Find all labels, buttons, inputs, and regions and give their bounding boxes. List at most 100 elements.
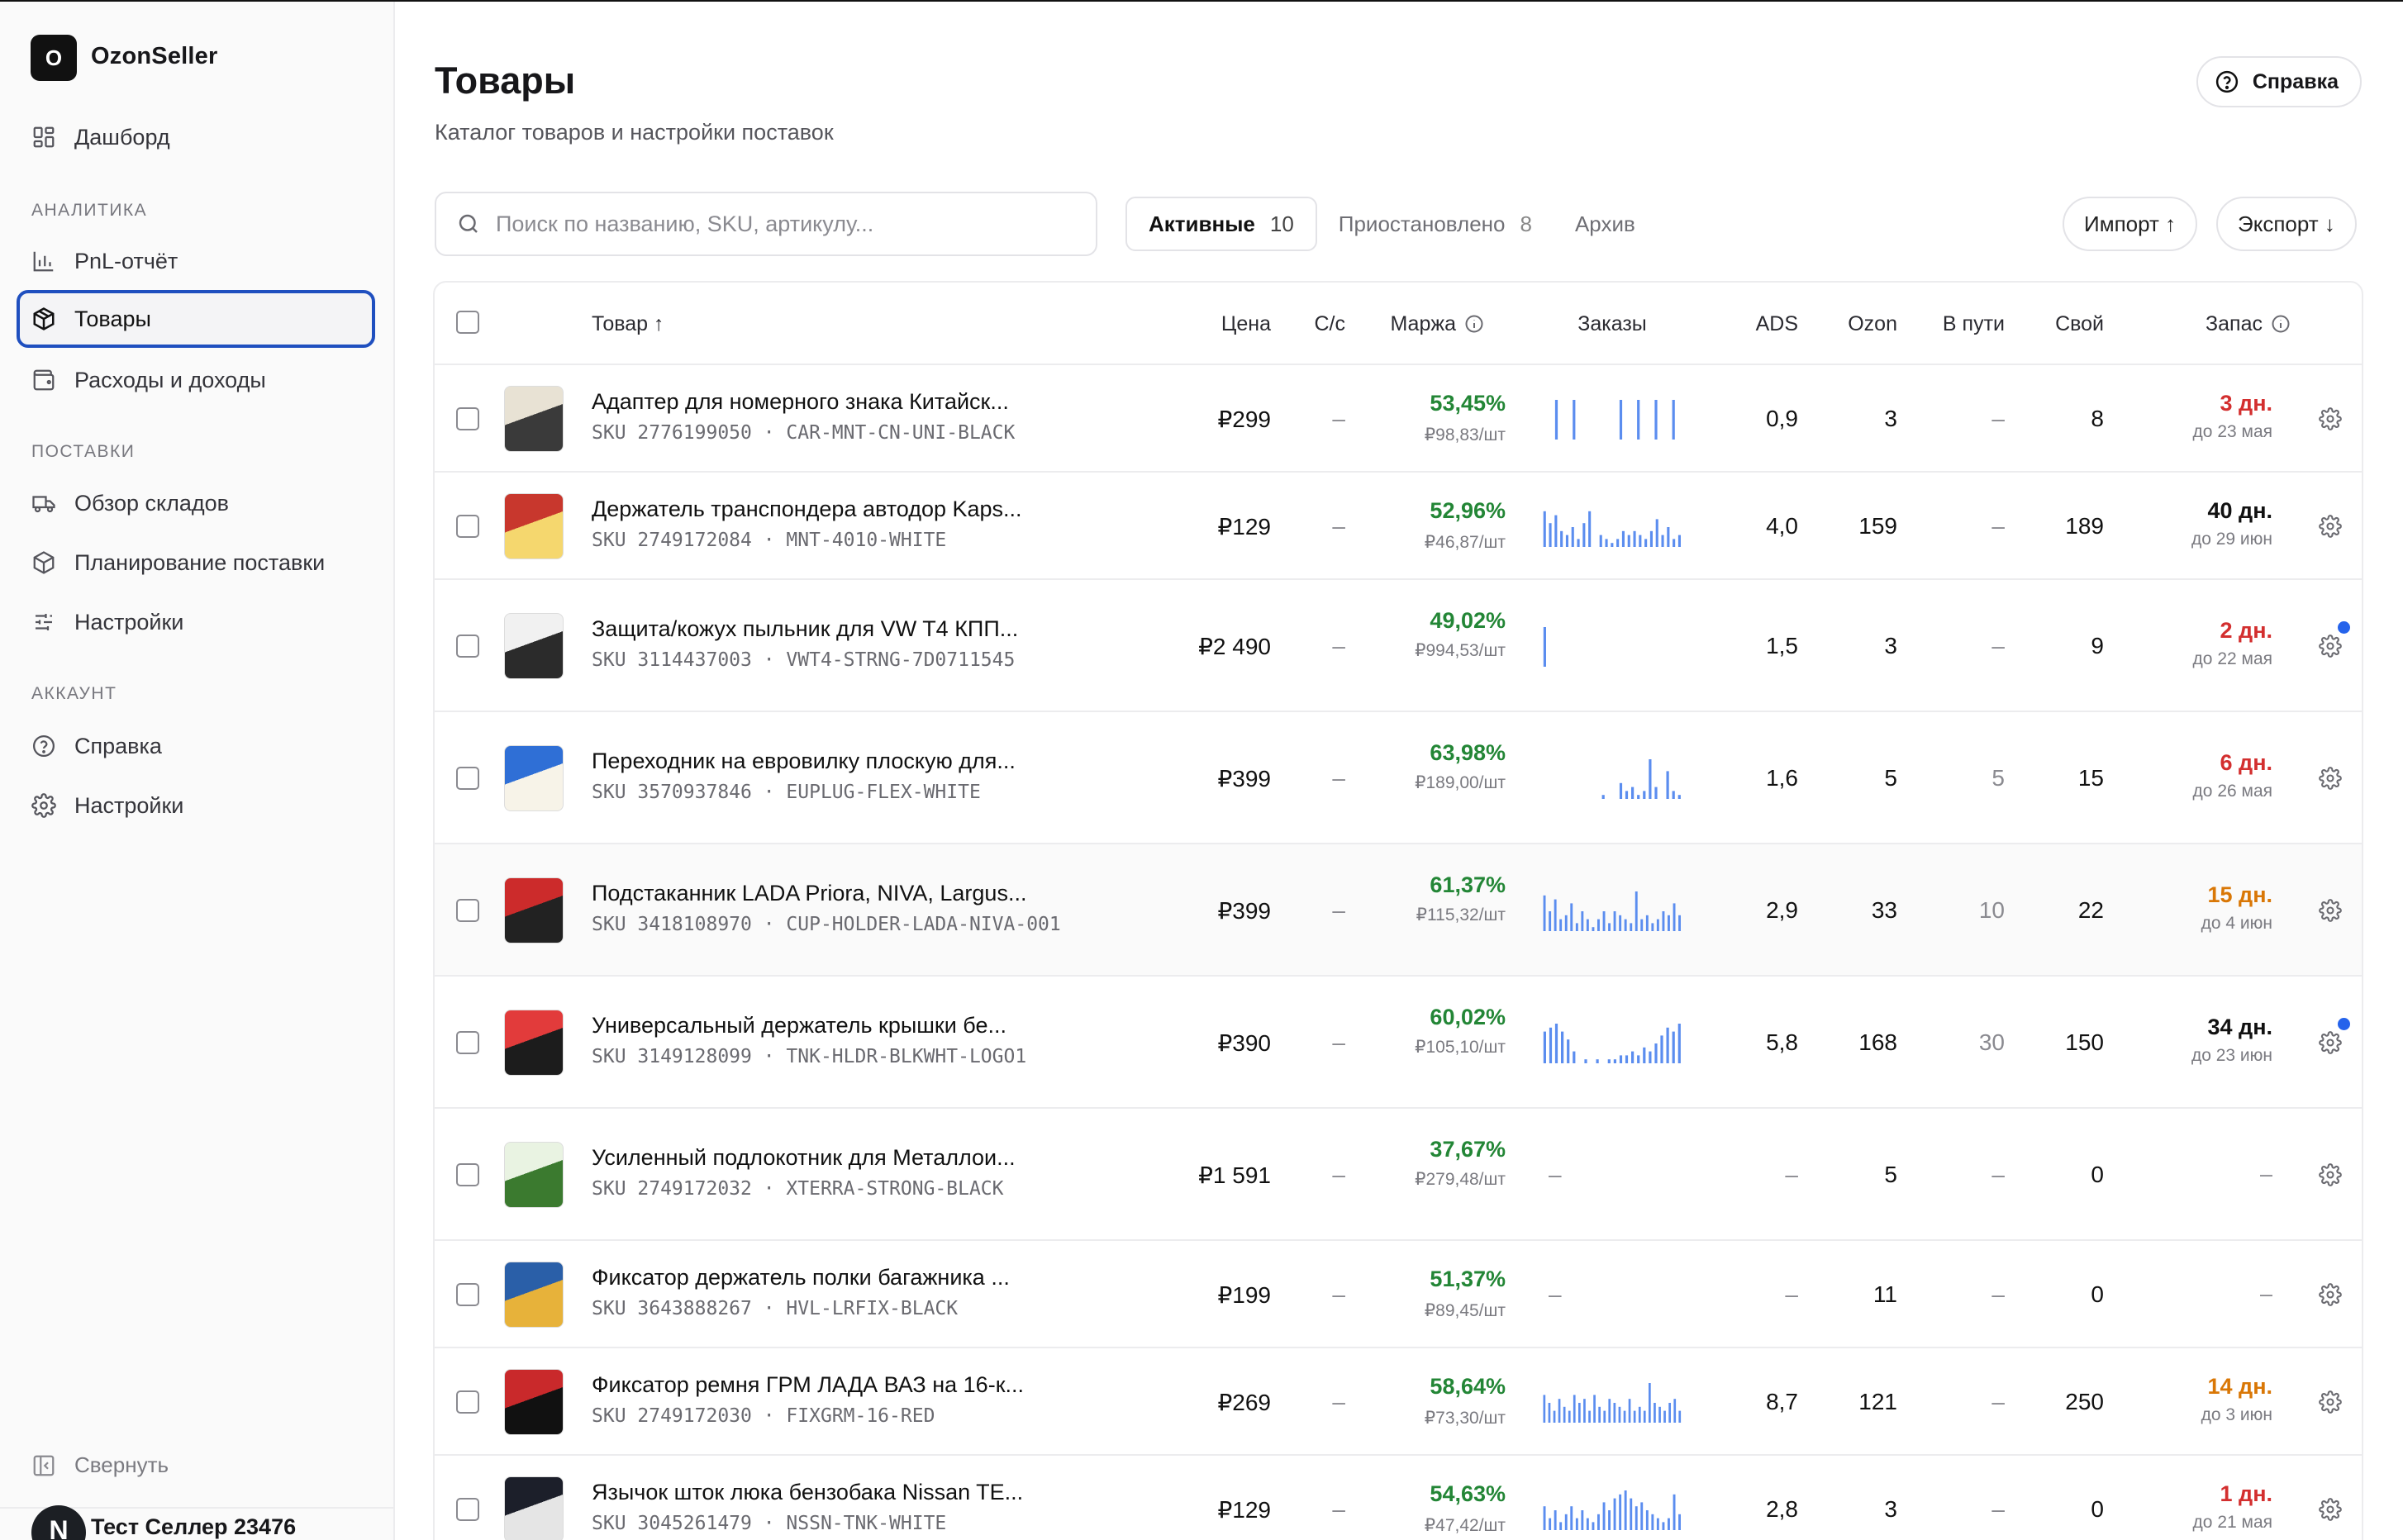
column-own[interactable]: Свой xyxy=(2029,312,2104,336)
row-settings-gear-icon[interactable] xyxy=(2319,1031,2342,1054)
orders-sparkline[interactable] xyxy=(1542,1489,1682,1530)
orders-sparkline[interactable] xyxy=(1542,506,1682,547)
column-transit[interactable]: В пути xyxy=(1906,312,2005,336)
table-row[interactable]: Защита/кожух пыльник для VW T4 КПП... SKU… xyxy=(435,580,2362,712)
product-thumbnail[interactable] xyxy=(504,493,564,559)
row-settings-gear-icon[interactable] xyxy=(2319,767,2342,790)
row-settings-gear-icon[interactable] xyxy=(2319,407,2342,430)
orders-bar xyxy=(1631,787,1635,799)
sidebar-item-warehouses[interactable]: Обзор складов xyxy=(17,474,375,532)
product-name[interactable]: Усиленный подлокотник для Металлои... xyxy=(592,1145,1016,1171)
product-thumbnail[interactable] xyxy=(504,1369,564,1435)
stock-days: – xyxy=(2259,1162,2272,1186)
row-checkbox[interactable] xyxy=(456,1031,479,1054)
help-button[interactable]: Справка xyxy=(2196,56,2362,107)
orders-sparkline[interactable] xyxy=(1542,625,1682,667)
orders-sparkline[interactable] xyxy=(1542,1022,1682,1063)
product-thumbnail[interactable] xyxy=(504,1142,564,1208)
sidebar-item-account-settings[interactable]: Настройки xyxy=(17,777,375,834)
table-row[interactable]: Переходник на евровилку плоскую для... SK… xyxy=(435,712,2362,844)
column-ozon[interactable]: Ozon xyxy=(1823,312,1897,336)
user-menu[interactable]: N Тест Селлер 23476 xyxy=(31,1505,296,1540)
column-stock[interactable]: Запас xyxy=(2175,312,2291,336)
row-settings-gear-icon[interactable] xyxy=(2319,899,2342,922)
product-name[interactable]: Фиксатор держатель полки багажника ... xyxy=(592,1265,1010,1290)
table-row[interactable]: Универсальный держатель крышки бе... SKU … xyxy=(435,977,2362,1109)
product-name[interactable]: Подстаканник LADA Priora, NIVA, Largus..… xyxy=(592,881,1026,906)
margin-percent: 61,37% xyxy=(1430,872,1506,897)
orders-bar xyxy=(1662,1522,1665,1530)
tab-archive[interactable]: Архив xyxy=(1554,197,1657,251)
sidebar-item-dashboard[interactable]: Дашборд xyxy=(17,108,375,166)
row-checkbox[interactable] xyxy=(456,407,479,430)
row-settings-gear-icon[interactable] xyxy=(2319,1390,2342,1414)
select-all-checkbox[interactable] xyxy=(456,311,479,334)
sidebar-item-settings[interactable]: Настройки xyxy=(17,593,375,651)
table-row[interactable]: Усиленный подлокотник для Металлои... SKU… xyxy=(435,1109,2362,1241)
product-thumbnail[interactable] xyxy=(504,745,564,811)
product-thumbnail[interactable] xyxy=(504,1476,564,1540)
search-input[interactable]: Поиск по названию, SKU, артикулу... xyxy=(435,192,1097,256)
orders-sparkline[interactable] xyxy=(1542,398,1682,440)
row-checkbox[interactable] xyxy=(456,635,479,658)
table-row[interactable]: Язычок шток люка бензобака Nissan TE... S… xyxy=(435,1456,2362,1540)
table-row[interactable]: Фиксатор держатель полки багажника ... SK… xyxy=(435,1241,2362,1348)
row-checkbox[interactable] xyxy=(456,1498,479,1521)
row-checkbox[interactable] xyxy=(456,1390,479,1414)
orders-bar xyxy=(1643,791,1646,799)
orders-bar xyxy=(1649,1383,1651,1423)
column-cost[interactable]: С/с xyxy=(1287,312,1346,336)
orders-sparkline[interactable] xyxy=(1542,758,1682,799)
row-checkbox[interactable] xyxy=(456,1283,479,1306)
sidebar-item-help[interactable]: Справка xyxy=(17,717,375,775)
product-thumbnail[interactable] xyxy=(504,1010,564,1076)
product-name[interactable]: Защита/кожух пыльник для VW T4 КПП... xyxy=(592,616,1018,642)
sidebar-item-planning[interactable]: Планирование поставки xyxy=(17,534,375,592)
column-price[interactable]: Цена xyxy=(1195,312,1271,336)
row-settings-gear-icon[interactable] xyxy=(2319,1283,2342,1306)
column-margin[interactable]: Маржа xyxy=(1385,312,1484,336)
tab-paused[interactable]: Приостановлено 8 xyxy=(1317,197,1554,251)
sidebar-item-pnl[interactable]: PnL-отчёт xyxy=(17,232,375,290)
product-name[interactable]: Держатель транспондера автодор Kaps... xyxy=(592,497,1022,522)
row-settings-gear-icon[interactable] xyxy=(2319,1163,2342,1186)
table-row[interactable]: Адаптер для номерного знака Китайск... SK… xyxy=(435,365,2362,473)
orders-sparkline[interactable] xyxy=(1542,1381,1682,1423)
product-name[interactable]: Язычок шток люка бензобака Nissan TE... xyxy=(592,1480,1023,1505)
product-thumbnail[interactable] xyxy=(504,877,564,943)
orders-bar xyxy=(1560,530,1563,547)
export-button[interactable]: Экспорт ↓ xyxy=(2216,197,2357,251)
orders-bar xyxy=(1633,530,1636,547)
sidebar-item-expenses[interactable]: Расходы и доходы xyxy=(17,351,375,409)
own-stock-cell: 250 xyxy=(2065,1389,2104,1414)
collapse-sidebar-button[interactable]: Свернуть xyxy=(31,1452,169,1478)
product-name[interactable]: Фиксатор ремня ГРМ ЛАДА ВАЗ на 16-к... xyxy=(592,1372,1024,1398)
product-thumbnail[interactable] xyxy=(504,386,564,452)
table-row[interactable]: Фиксатор ремня ГРМ ЛАДА ВАЗ на 16-к... SK… xyxy=(435,1348,2362,1456)
product-thumbnail[interactable] xyxy=(504,1262,564,1328)
sidebar-item-products[interactable]: Товары xyxy=(17,290,375,348)
row-settings-gear-icon[interactable] xyxy=(2319,1498,2342,1521)
orders-bar xyxy=(1637,400,1640,440)
row-checkbox[interactable] xyxy=(456,1163,479,1186)
product-thumbnail[interactable] xyxy=(504,613,564,679)
row-settings-gear-icon[interactable] xyxy=(2319,635,2342,658)
column-orders[interactable]: Заказы xyxy=(1542,312,1682,336)
product-name[interactable]: Универсальный держатель крышки бе... xyxy=(592,1013,1006,1039)
row-checkbox[interactable] xyxy=(456,767,479,790)
tab-active[interactable]: Активные 10 xyxy=(1125,197,1317,251)
column-product[interactable]: Товар ↑ xyxy=(592,312,664,336)
table-row[interactable]: Подстаканник LADA Priora, NIVA, Largus..… xyxy=(435,844,2362,977)
row-settings-gear-icon[interactable] xyxy=(2319,515,2342,538)
orders-sparkline[interactable] xyxy=(1542,890,1682,931)
product-name[interactable]: Адаптер для номерного знака Китайск... xyxy=(592,389,1009,415)
price-cell: ₽299 xyxy=(1217,406,1271,432)
row-checkbox[interactable] xyxy=(456,515,479,538)
product-name[interactable]: Переходник на евровилку плоскую для... xyxy=(592,749,1016,774)
row-checkbox[interactable] xyxy=(456,899,479,922)
table-row[interactable]: Держатель транспондера автодор Kaps... SK… xyxy=(435,473,2362,580)
import-button[interactable]: Импорт ↑ xyxy=(2063,197,2198,251)
app-logo[interactable]: O xyxy=(31,35,77,81)
orders-bar xyxy=(1603,1410,1606,1423)
column-ads[interactable]: ADS xyxy=(1724,312,1798,336)
